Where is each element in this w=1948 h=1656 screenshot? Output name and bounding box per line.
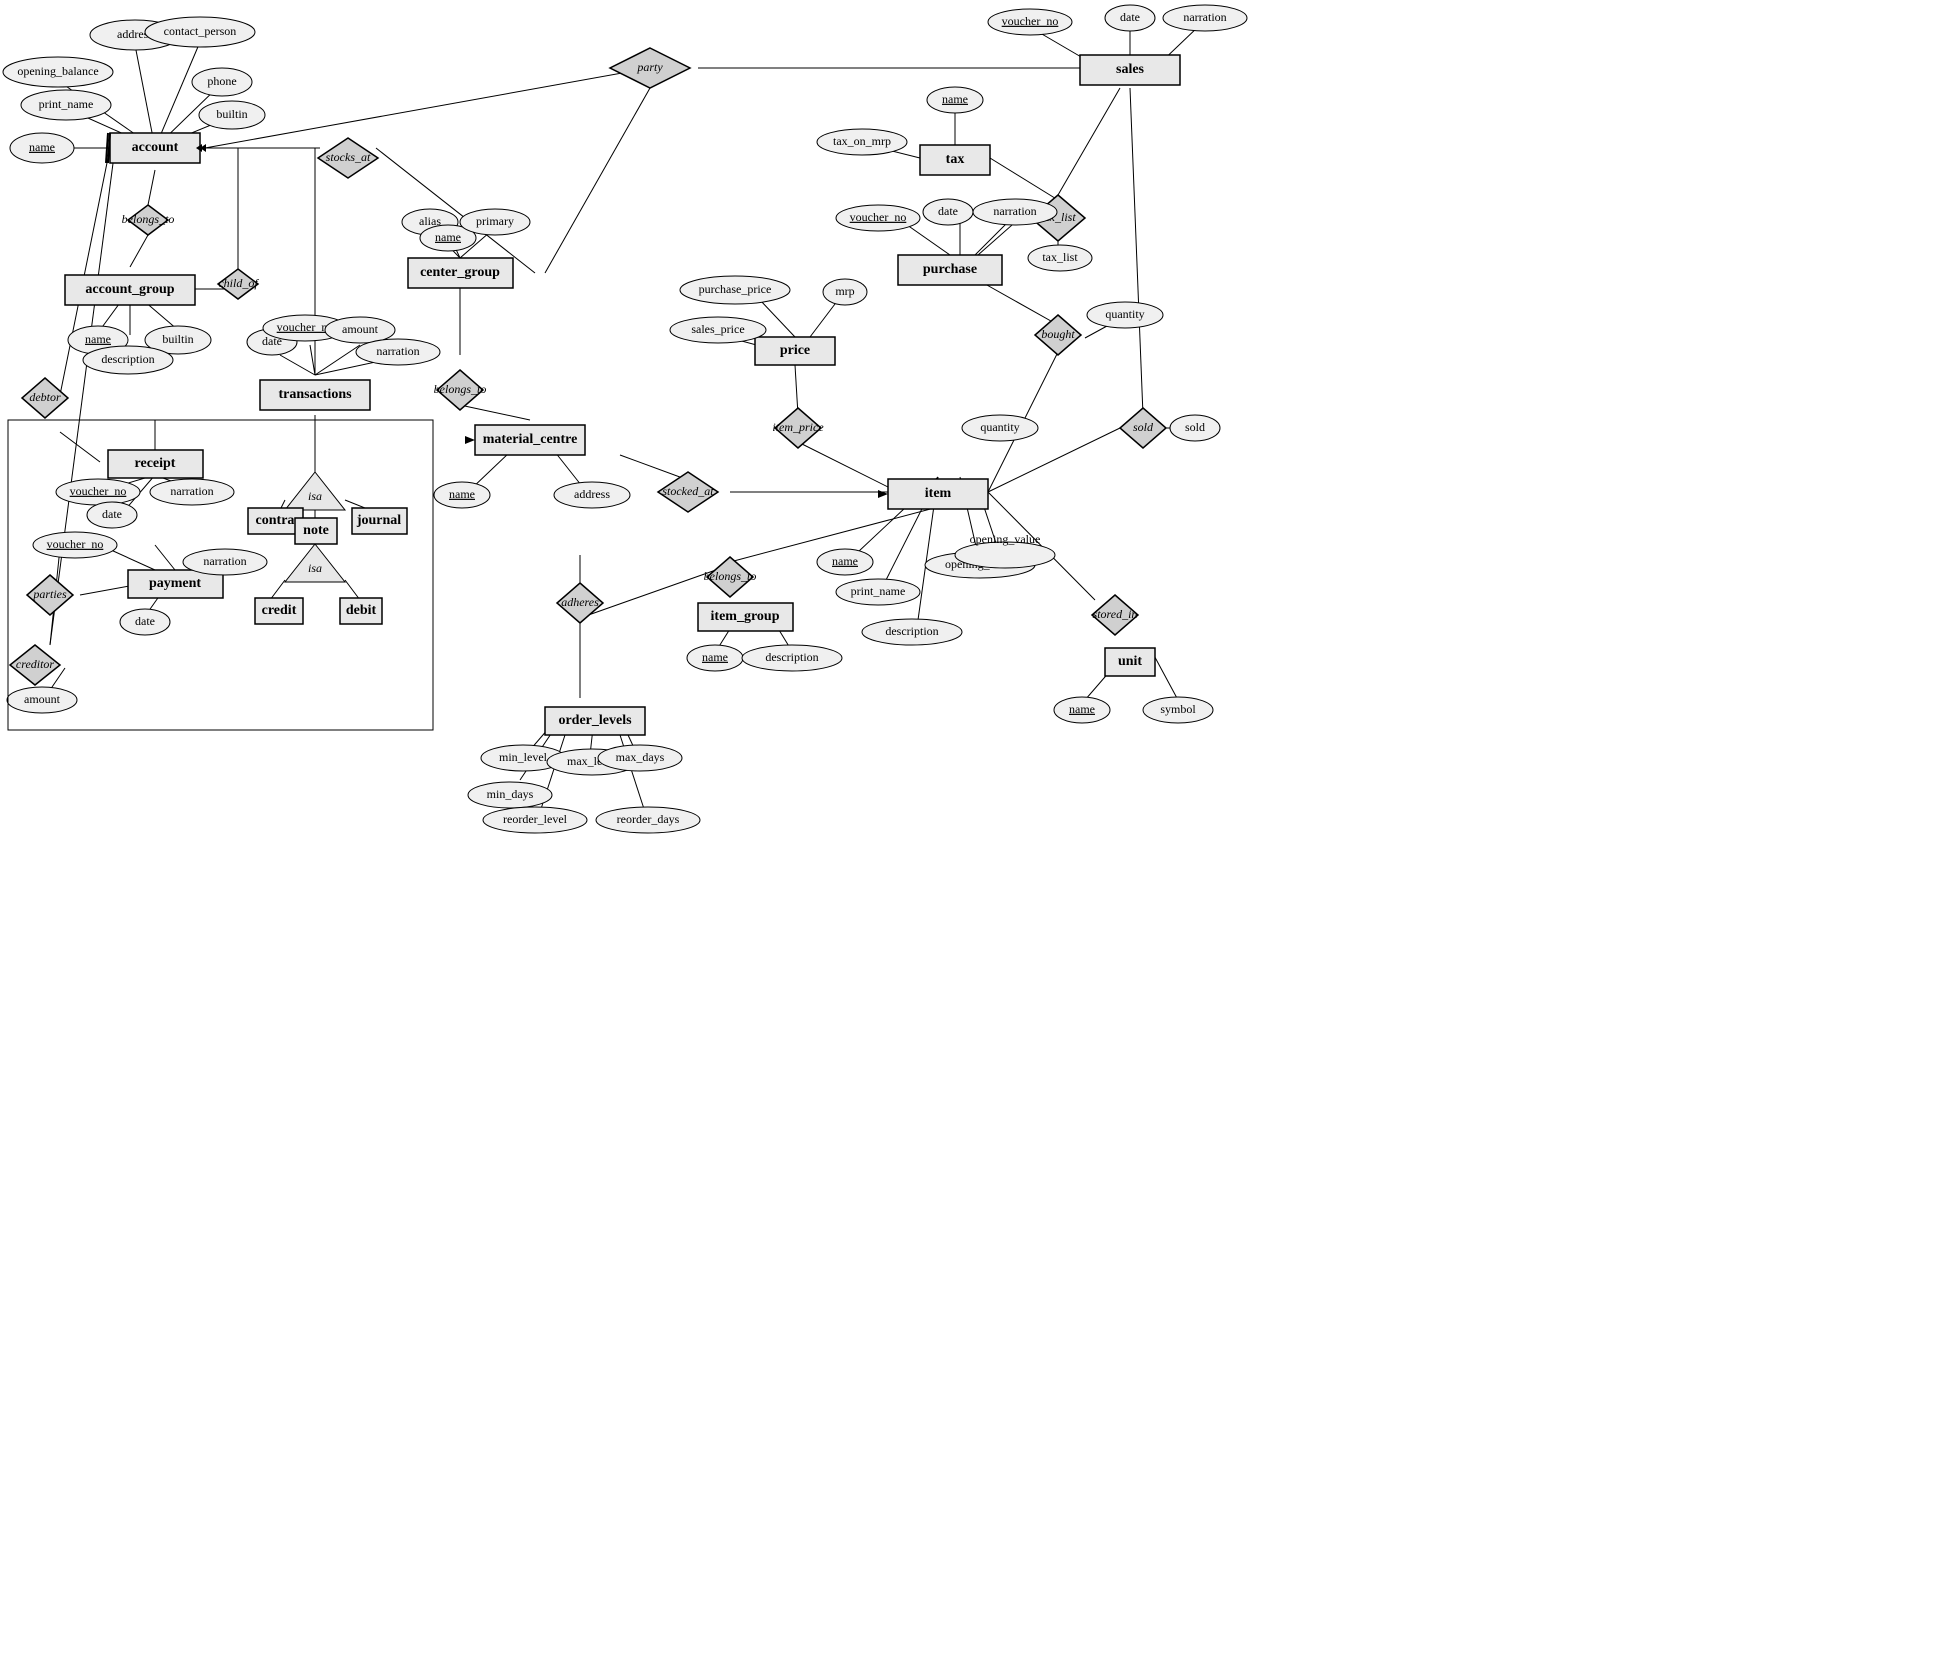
- attr-accgroup-desc-label: description: [101, 352, 154, 366]
- attr-purchase-date-label: date: [938, 204, 958, 218]
- attr-contact-person-label: contact_person: [164, 24, 237, 38]
- entity-journal-label: journal: [356, 513, 401, 528]
- relation-parties-label: parties: [32, 587, 67, 601]
- attr-ol-reorderlevel-label: reorder_level: [503, 812, 568, 826]
- entity-note-label: note: [303, 523, 329, 538]
- attr-mrp-label: mrp: [835, 284, 854, 298]
- attr-mc-name-label: name: [449, 487, 475, 501]
- entity-sales-label: sales: [1116, 62, 1145, 77]
- relation-bought-label: bought: [1041, 327, 1075, 341]
- attr-account-name-label: name: [29, 140, 55, 154]
- relation-stocks-at-label: stocks_at: [326, 150, 371, 164]
- attr-builtin-acct-label: builtin: [216, 107, 247, 121]
- entity-unit-label: unit: [1118, 654, 1142, 669]
- entity-item-group-label: item_group: [711, 609, 780, 624]
- attr-payment-voucherno-label: voucher_no: [47, 537, 104, 551]
- attr-sold-sold-label: sold: [1185, 420, 1205, 434]
- attr-ig-name-label: name: [702, 650, 728, 664]
- attr-item-openval: [955, 542, 1055, 568]
- entity-price-label: price: [780, 343, 810, 358]
- attr-opening-balance-label: opening_balance: [17, 64, 98, 78]
- attr-sales-narration-label: narration: [1183, 10, 1226, 24]
- attr-sold-quantity-label: quantity: [980, 420, 1019, 434]
- attr-item-openval-label: opening_value: [970, 532, 1041, 546]
- attr-creditor-amount-label: amount: [24, 692, 61, 706]
- entity-credit-label: credit: [262, 603, 297, 618]
- attr-receipt-narration-label: narration: [170, 484, 213, 498]
- attr-unit-symbol-label: symbol: [1160, 702, 1196, 716]
- attr-accgroup-builtin-label: builtin: [162, 332, 193, 346]
- attr-accgroup-name-label: name: [85, 332, 111, 346]
- attr-purchase-narration-label: narration: [993, 204, 1036, 218]
- relation-belongs-to-acct-label: belongs_to: [122, 212, 175, 226]
- attr-trans-narration-label: narration: [376, 344, 419, 358]
- entity-order-levels-label: order_levels: [558, 713, 632, 728]
- attr-ol-mindays-label: min_days: [487, 787, 534, 801]
- relation-stocked-at-label: stocked_at: [662, 484, 714, 498]
- entity-transactions-label: transactions: [278, 387, 352, 402]
- attr-cg-primary-label: primary: [476, 214, 514, 228]
- entity-account-group-label: account_group: [85, 282, 174, 297]
- isa-1-label: isa: [308, 489, 322, 503]
- attr-tax-list-label: tax_list: [1042, 250, 1078, 264]
- attr-sales-price-label: sales_price: [691, 322, 744, 336]
- attr-tax-on-mrp-label: tax_on_mrp: [833, 134, 891, 148]
- attr-ol-minlevel-label: min_level: [499, 750, 548, 764]
- relation-adheres-label: adheres: [561, 595, 599, 609]
- entity-debit-label: debit: [346, 603, 377, 618]
- background: [0, 0, 1948, 1652]
- entity-purchase-label: purchase: [923, 262, 977, 277]
- attr-unit-name-label: name: [1069, 702, 1095, 716]
- attr-bought-quantity-label: quantity: [1105, 307, 1144, 321]
- attr-payment-date-label: date: [135, 614, 155, 628]
- attr-phone-label: phone: [207, 74, 236, 88]
- relation-debtor-label: debtor: [29, 390, 61, 404]
- attr-ol-reorderdays-label: reorder_days: [617, 812, 680, 826]
- entity-center-group-label: center_group: [420, 265, 500, 280]
- entity-tax-label: tax: [946, 152, 965, 167]
- attr-purchase-price-label: purchase_price: [699, 282, 772, 296]
- attr-payment-narration-label: narration: [203, 554, 246, 568]
- entity-item-label: item: [925, 486, 952, 501]
- relation-item-price-label: item_price: [772, 420, 824, 434]
- relation-sold-label: sold: [1133, 420, 1154, 434]
- attr-trans-amount-label: amount: [342, 322, 379, 336]
- entity-receipt-label: receipt: [135, 456, 176, 471]
- attr-item-printname-label: print_name: [851, 584, 906, 598]
- attr-sales-voucherno-label: voucher_no: [1002, 14, 1059, 28]
- entity-payment-label: payment: [149, 576, 201, 591]
- attr-item-desc-label: description: [885, 624, 938, 638]
- attr-print-name-label: print_name: [39, 97, 94, 111]
- entity-account-label: account: [132, 140, 179, 155]
- isa-2-label: isa: [308, 561, 322, 575]
- attr-item-name-label: name: [832, 554, 858, 568]
- relation-belongs-to-item-label: belongs_to: [704, 569, 757, 583]
- attr-receipt-date-label: date: [102, 507, 122, 521]
- er-diagram: account account_group sales purchase tax…: [0, 0, 1948, 1652]
- attr-sales-date-label: date: [1120, 10, 1140, 24]
- entity-contra-label: contra: [256, 513, 295, 528]
- attr-purchase-voucherno-label: voucher_no: [850, 210, 907, 224]
- attr-cg-name-label: name: [435, 230, 461, 244]
- relation-stored-in-label: stored_in: [1093, 607, 1138, 621]
- attr-mc-address-label: address: [574, 487, 610, 501]
- entity-material-centre-label: material_centre: [483, 432, 578, 447]
- relation-party-label: party: [636, 60, 663, 74]
- relation-child-of-label: child_of: [218, 276, 259, 290]
- attr-ol-maxdays-label: max_days: [616, 750, 665, 764]
- attr-ig-desc-label: description: [765, 650, 818, 664]
- attr-receipt-voucherno-label: voucher_no: [70, 484, 127, 498]
- relation-creditor-label: creditor: [16, 657, 55, 671]
- attr-tax-name-label: name: [942, 92, 968, 106]
- relation-belongs-to-cg-label: belongs_to: [434, 382, 487, 396]
